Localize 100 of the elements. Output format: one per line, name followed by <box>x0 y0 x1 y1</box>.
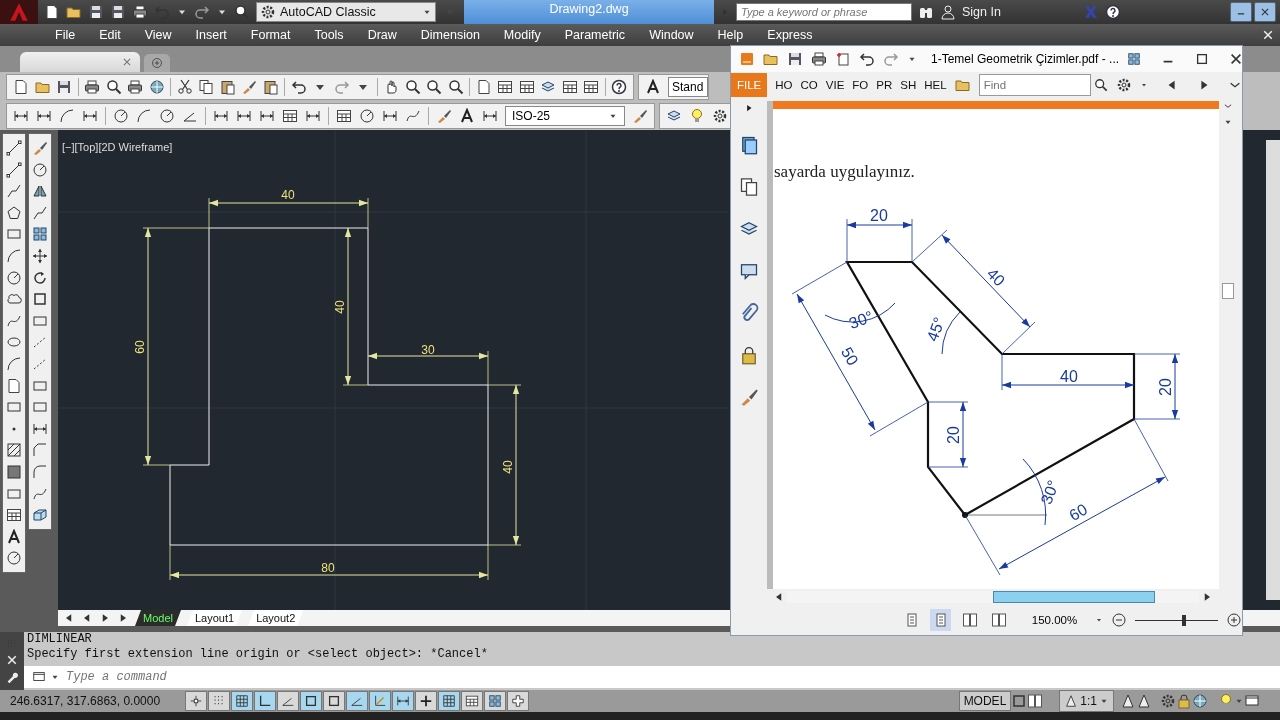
help-icon[interactable] <box>1104 4 1121 20</box>
comment-icon[interactable] <box>739 261 759 281</box>
close-button[interactable] <box>1254 2 1276 22</box>
menu-item[interactable]: Help <box>717 28 744 42</box>
move-icon[interactable] <box>32 247 48 264</box>
layout-tab[interactable]: Layout2 <box>248 610 304 626</box>
lock-icon[interactable] <box>739 345 759 365</box>
polygon-icon[interactable] <box>6 204 22 221</box>
ribbon-tab[interactable]: SH <box>900 78 917 91</box>
text-icon[interactable] <box>6 528 22 545</box>
undo-icon[interactable] <box>290 78 307 95</box>
find-field[interactable]: Find <box>978 73 1091 96</box>
twopage-icon[interactable] <box>1027 693 1044 709</box>
gear-icon[interactable] <box>1115 76 1132 93</box>
brush-icon[interactable] <box>241 78 257 95</box>
monitor-icon[interactable] <box>1244 693 1260 709</box>
pdf-icon[interactable] <box>739 51 755 67</box>
printer-icon[interactable] <box>127 78 143 95</box>
brush-icon[interactable] <box>436 107 452 124</box>
menu-item[interactable]: Express <box>767 28 813 42</box>
scaletri-icon[interactable] <box>1120 693 1136 709</box>
hatch-icon[interactable] <box>6 442 22 459</box>
bulb-icon[interactable] <box>689 107 705 124</box>
chamfer-icon[interactable] <box>32 442 48 459</box>
circle-icon[interactable] <box>6 269 22 286</box>
folder-icon[interactable] <box>66 4 82 20</box>
pages-icon[interactable] <box>739 135 759 155</box>
zoom-out-icon[interactable] <box>1111 612 1128 628</box>
page-icon[interactable] <box>6 377 22 394</box>
brush-icon[interactable] <box>632 107 648 124</box>
plus-icon[interactable] <box>151 57 163 69</box>
mirror-icon[interactable] <box>32 183 48 200</box>
close-icon[interactable] <box>1260 7 1270 17</box>
ribbon-tab[interactable]: CO <box>800 78 818 91</box>
printer-icon[interactable] <box>84 78 100 95</box>
expand-icon[interactable] <box>744 103 754 113</box>
circle-icon[interactable] <box>113 107 129 124</box>
redo-icon[interactable] <box>194 4 210 20</box>
arc-icon[interactable] <box>6 355 22 372</box>
ribbon-tab[interactable]: HO <box>775 78 793 91</box>
gear-icon[interactable] <box>260 4 276 20</box>
paste-icon[interactable] <box>219 78 236 95</box>
dimension-style-dropdown[interactable]: ISO-25 <box>505 105 625 126</box>
pen-icon[interactable] <box>739 387 759 407</box>
circle-icon[interactable] <box>32 161 48 178</box>
brush-icon[interactable] <box>32 140 48 156</box>
magnifier-icon[interactable] <box>404 78 421 95</box>
page-icon[interactable] <box>13 78 29 95</box>
zoom-slider-thumb[interactable] <box>1181 614 1186 626</box>
menu-item[interactable]: File <box>55 28 76 42</box>
layout-tab[interactable]: Layout1 <box>186 610 243 626</box>
polyline-icon[interactable] <box>6 183 22 200</box>
sign-in-link[interactable]: Sign In <box>962 5 1001 19</box>
scaletri-icon[interactable] <box>1064 694 1079 708</box>
arc-icon[interactable] <box>59 107 75 124</box>
menu-item[interactable]: Window <box>649 28 694 42</box>
menu-item[interactable]: View <box>144 28 172 42</box>
lock-icon[interactable] <box>1176 693 1192 709</box>
table-icon[interactable] <box>583 78 599 95</box>
minimize-button[interactable] <box>1230 2 1252 22</box>
box-icon[interactable] <box>32 507 48 524</box>
text-style-field[interactable]: Stand <box>668 76 708 97</box>
table-icon[interactable] <box>282 107 298 124</box>
scrollbar-thumb[interactable] <box>1222 283 1234 299</box>
redo-icon[interactable] <box>333 78 350 95</box>
folder-icon[interactable] <box>763 51 779 67</box>
arc-icon[interactable] <box>136 107 152 124</box>
search-field[interactable]: Type a keyword or phrase <box>736 3 912 21</box>
undo-icon[interactable] <box>859 51 875 67</box>
sphere-icon[interactable] <box>1192 693 1208 709</box>
copy-icon[interactable] <box>739 177 759 197</box>
command-field[interactable]: Type a command <box>24 666 1280 688</box>
workspace-dropdown[interactable]: AutoCAD Classic <box>256 2 436 22</box>
magnifier-icon[interactable] <box>105 78 122 95</box>
polyline-icon[interactable] <box>32 204 48 221</box>
fillet-icon[interactable] <box>32 463 48 480</box>
ribbon-tab[interactable]: VIE <box>825 78 845 91</box>
rotate-icon[interactable] <box>32 269 48 286</box>
table-icon[interactable] <box>518 78 535 95</box>
fullscreen-icon[interactable] <box>1127 52 1142 66</box>
split-icon[interactable] <box>1223 101 1233 111</box>
text-icon[interactable] <box>645 78 661 95</box>
model-space-button[interactable]: MODEL <box>958 691 1012 711</box>
ribbon-tab[interactable]: PR <box>876 78 893 91</box>
menu-item[interactable]: Tools <box>314 28 344 42</box>
scissors-icon[interactable] <box>176 78 193 95</box>
sphere-icon[interactable] <box>148 78 165 95</box>
layout-tab[interactable]: Model <box>135 610 181 626</box>
paste-icon[interactable] <box>262 78 279 95</box>
magnifier-icon[interactable] <box>234 4 250 20</box>
zoom-in-icon[interactable] <box>1226 612 1242 628</box>
help-icon[interactable] <box>611 78 627 95</box>
square-icon[interactable] <box>32 291 48 308</box>
table-icon[interactable] <box>497 78 513 95</box>
circle-icon[interactable] <box>6 550 22 567</box>
ribbon-tab[interactable]: FO <box>852 78 869 91</box>
wrench-icon[interactable] <box>5 670 19 684</box>
printer-icon[interactable] <box>811 51 827 67</box>
table-icon[interactable] <box>6 507 22 524</box>
maximize-icon[interactable] <box>1195 52 1210 66</box>
